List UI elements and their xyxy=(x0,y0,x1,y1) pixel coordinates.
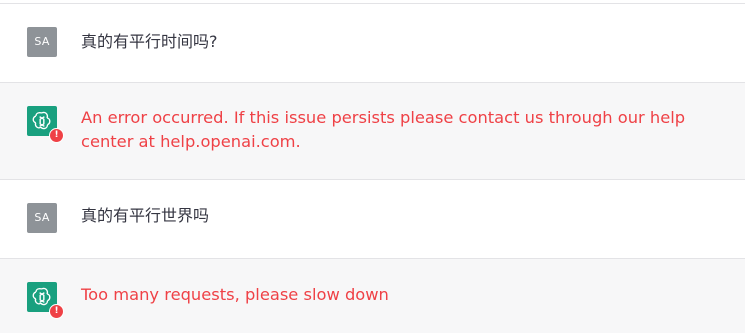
assistant-avatar: ! xyxy=(27,106,64,143)
user-message-text: 真的有平行时间吗? xyxy=(81,32,218,51)
message-row-user: SA 真的有平行世界吗 xyxy=(0,180,745,259)
assistant-error-message: Too many requests, please slow down xyxy=(81,285,389,304)
openai-logo-icon xyxy=(32,287,51,306)
user-avatar: SA xyxy=(27,203,57,233)
message-row-user: SA 真的有平行时间吗? xyxy=(0,4,745,83)
assistant-error-message: An error occurred. If this issue persist… xyxy=(81,108,686,151)
openai-logo-icon xyxy=(32,111,51,130)
message-row-assistant: ! An error occurred. If this issue persi… xyxy=(0,83,745,180)
user-avatar: SA xyxy=(27,27,57,57)
chat-thread: SA 真的有平行时间吗? ! An error occurred. If thi… xyxy=(0,0,745,333)
message-row-assistant: ! Too many requests, please slow down xyxy=(0,259,745,333)
error-badge: ! xyxy=(49,128,64,143)
user-message-text: 真的有平行世界吗 xyxy=(81,206,210,225)
assistant-avatar: ! xyxy=(27,282,64,319)
error-badge: ! xyxy=(49,304,64,319)
